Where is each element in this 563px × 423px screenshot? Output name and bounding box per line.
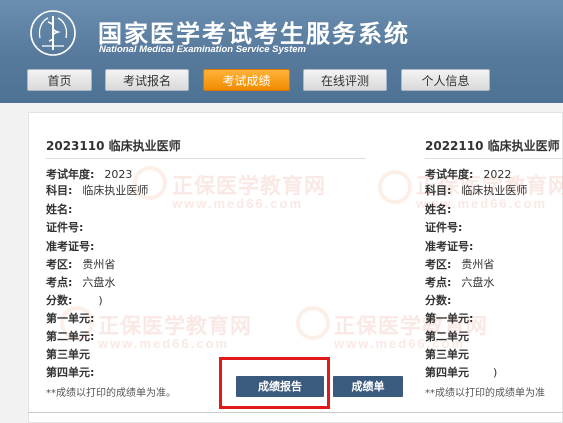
field-value: 2022 xyxy=(483,168,512,181)
field-label: 姓名: xyxy=(46,203,73,216)
field-label: 科目: xyxy=(46,184,73,197)
field-value: 临床执业医师 xyxy=(461,184,528,197)
exam-card-title: 2022110 临床执业医师 xyxy=(425,139,560,153)
watermark-url: www.med66.com xyxy=(172,196,303,211)
field-label: 准考证号: xyxy=(46,240,95,253)
unit2-field: 第二单元 xyxy=(425,330,479,344)
id-number-field: 证件号: xyxy=(425,221,472,235)
field-label: 准考证号: xyxy=(425,240,474,253)
field-value: 六盘水 xyxy=(82,276,116,289)
field-value: 临床执业医师 xyxy=(82,184,149,197)
score-transcript-button[interactable]: 成绩单 xyxy=(333,376,403,397)
exam-site-field: 考点: 六盘水 xyxy=(425,276,494,290)
field-label: 考点: xyxy=(425,276,452,289)
score-field: 分数:) xyxy=(46,294,103,308)
field-label: 第二单元: xyxy=(46,330,95,343)
watermark-logo-icon xyxy=(378,170,412,204)
field-label: 第一单元: xyxy=(425,312,474,325)
field-label: 分数: xyxy=(46,294,73,307)
nav-home[interactable]: 首页 xyxy=(27,69,92,91)
exam-region-field: 考区: 贵州省 xyxy=(425,258,494,272)
field-label: 分数: xyxy=(425,294,452,307)
field-label: 考区: xyxy=(46,258,73,271)
field-label: 第三单元 xyxy=(425,348,469,361)
subject-field: 科目: 临床执业医师 xyxy=(425,184,527,198)
admission-number-field: 准考证号: xyxy=(425,240,483,254)
field-label: 考点: xyxy=(46,276,73,289)
unit1-field: 第一单元: xyxy=(425,312,483,326)
unit4-field: 第四单元: xyxy=(46,366,104,380)
nav-exam-scores[interactable]: 考试成绩 xyxy=(203,69,290,91)
field-value: ) xyxy=(493,366,498,379)
nav-exam-registration[interactable]: 考试报名 xyxy=(105,69,189,91)
field-value: 六盘水 xyxy=(461,276,495,289)
field-label: 第四单元: xyxy=(46,366,95,379)
divider xyxy=(28,412,563,413)
field-label: 第一单元: xyxy=(46,312,95,325)
divider xyxy=(46,158,366,159)
field-label: 考试年度: xyxy=(425,168,474,181)
field-label: 第三单元 xyxy=(46,348,90,361)
id-number-field: 证件号: xyxy=(46,221,93,235)
divider xyxy=(425,158,563,159)
score-disclaimer: **成绩以打印的成绩单为准。 xyxy=(46,388,176,399)
watermark-logo-icon xyxy=(296,306,330,340)
field-label: 科目: xyxy=(425,184,452,197)
unit1-field: 第一单元: xyxy=(46,312,104,326)
nav-online-assessment[interactable]: 在线评测 xyxy=(303,69,387,91)
unit3-field: 第三单元 xyxy=(425,348,479,362)
unit2-field: 第二单元: xyxy=(46,330,104,344)
score-field: 分数: xyxy=(425,294,461,308)
exam-card-title: 2023110 临床执业医师 xyxy=(46,139,181,153)
admission-number-field: 准考证号: xyxy=(46,240,104,254)
exam-year-field: 考试年度: 2023 xyxy=(46,168,132,182)
site-subtitle: National Medical Examination Service Sys… xyxy=(99,44,306,55)
unit3-field: 第三单元 xyxy=(46,348,100,362)
field-value: 贵州省 xyxy=(461,258,495,271)
field-label: 证件号: xyxy=(425,221,463,234)
highlight-box xyxy=(219,357,330,409)
exam-year-field: 考试年度: 2022 xyxy=(425,168,511,182)
watermark-url: www.med66.com xyxy=(98,336,229,351)
name-field: 姓名: xyxy=(425,203,461,217)
field-value: ) xyxy=(98,294,103,307)
field-value: 2023 xyxy=(104,168,133,181)
exam-site-field: 考点: 六盘水 xyxy=(46,276,115,290)
field-value: 贵州省 xyxy=(82,258,116,271)
unit4-field: 第四单元) xyxy=(425,366,497,380)
nav-personal-info[interactable]: 个人信息 xyxy=(401,69,490,91)
exam-region-field: 考区: 贵州省 xyxy=(46,258,115,272)
field-label: 姓名: xyxy=(425,203,452,216)
name-field: 姓名: xyxy=(46,203,82,217)
field-label: 考试年度: xyxy=(46,168,95,181)
field-label: 考区: xyxy=(425,258,452,271)
medical-emblem-icon xyxy=(30,10,76,56)
subject-field: 科目: 临床执业医师 xyxy=(46,184,148,198)
field-label: 第四单元 xyxy=(425,366,469,379)
field-label: 证件号: xyxy=(46,221,84,234)
field-label: 第二单元 xyxy=(425,330,469,343)
score-disclaimer: **成绩以打印的成绩单为准 xyxy=(425,388,545,399)
